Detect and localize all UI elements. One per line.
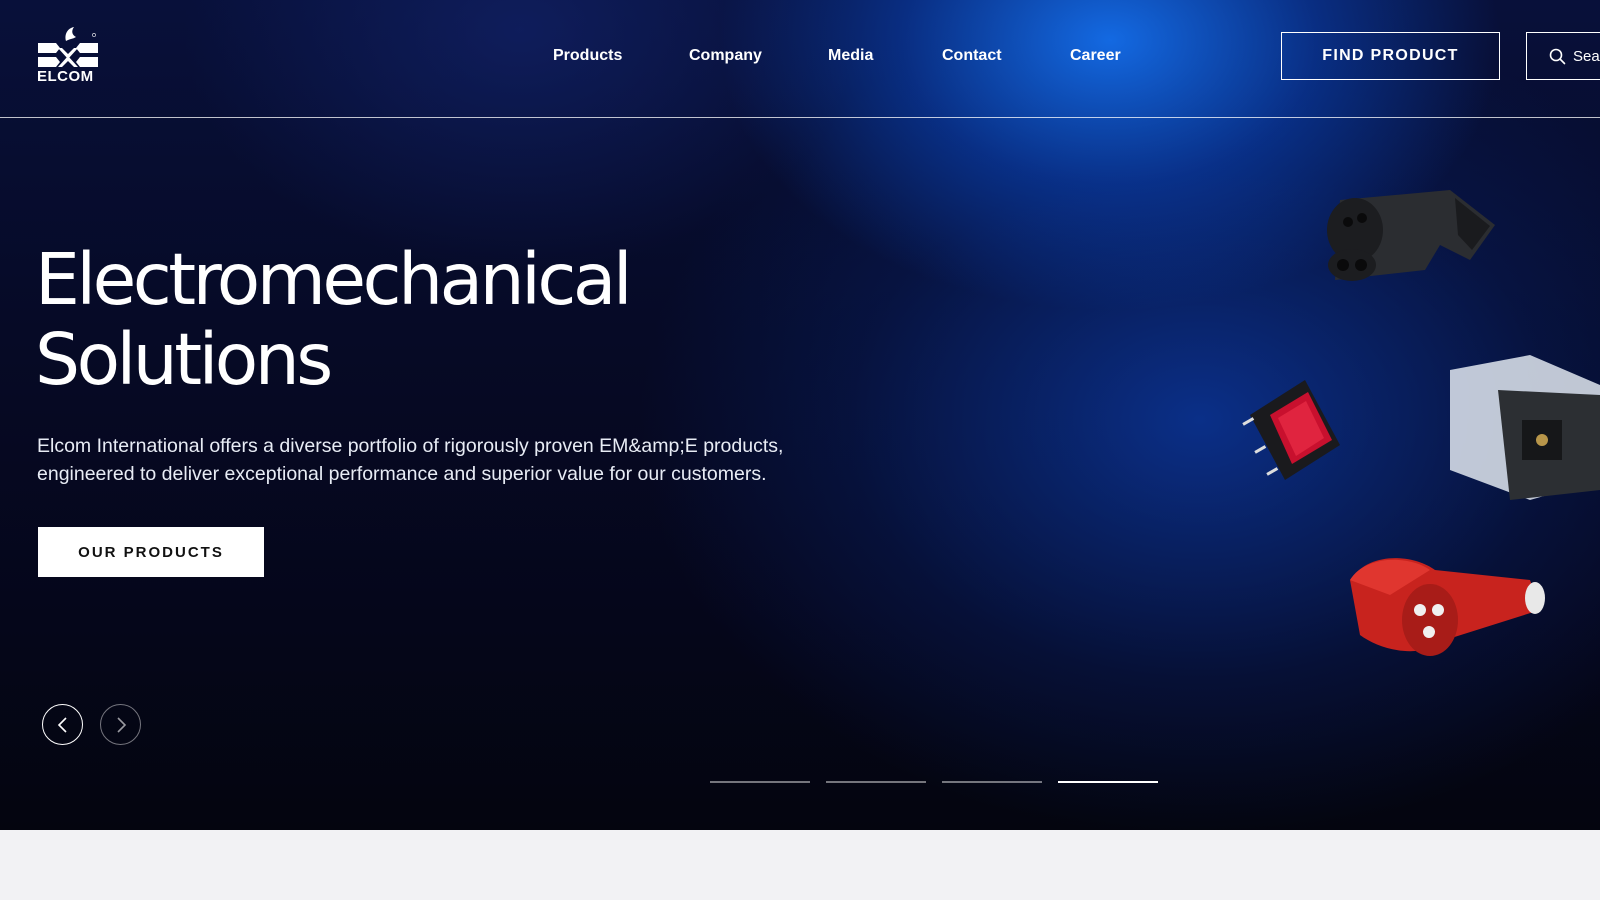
product-showcase-image — [1242, 190, 1600, 656]
slide-indicator-1[interactable] — [710, 781, 810, 783]
slide-indicator-3[interactable] — [942, 781, 1042, 783]
valve-connector-image — [1450, 355, 1600, 500]
chevron-right-icon — [116, 716, 126, 733]
hero-subtitle: Elcom International offers a diverse por… — [37, 432, 837, 488]
search-button[interactable]: Search — [1526, 32, 1600, 80]
slider-prev-button[interactable] — [42, 704, 83, 745]
headline-line-2: Solutions — [35, 318, 333, 401]
page-content-area — [0, 830, 1600, 900]
slide-indicator-4[interactable] — [1058, 781, 1158, 783]
rocker-switch-image — [1242, 380, 1340, 480]
slide-indicator-2[interactable] — [826, 781, 926, 783]
brand-name: ELCOM — [37, 68, 94, 85]
nav-item-products[interactable]: Products — [553, 47, 622, 65]
ev-connector-image — [1327, 190, 1495, 281]
industrial-socket-image — [1350, 558, 1545, 656]
find-product-button[interactable]: FIND PRODUCT — [1281, 32, 1500, 80]
hero-banner: ELCOM Products Company Media Contact Car… — [0, 0, 1600, 830]
headline-line-1: Electromechanical — [35, 238, 633, 321]
slider-next-button[interactable] — [100, 704, 141, 745]
site-header: ELCOM Products Company Media Contact Car… — [0, 0, 1600, 118]
nav-item-contact[interactable]: Contact — [942, 47, 1002, 65]
nav-item-career[interactable]: Career — [1070, 47, 1121, 65]
nav-item-company[interactable]: Company — [689, 47, 762, 65]
nav-item-media[interactable]: Media — [828, 47, 873, 65]
slider-pagination — [710, 781, 1158, 783]
subtitle-line-1: Elcom International offers a diverse por… — [37, 435, 784, 457]
chevron-left-icon — [57, 716, 67, 733]
search-icon — [1549, 48, 1566, 64]
subtitle-line-2: engineered to deliver exceptional perfor… — [37, 463, 767, 485]
hero-headline: Electromechanical Solutions — [35, 238, 633, 401]
our-products-button[interactable]: OUR PRODUCTS — [38, 527, 264, 577]
search-label: Search — [1573, 47, 1600, 65]
